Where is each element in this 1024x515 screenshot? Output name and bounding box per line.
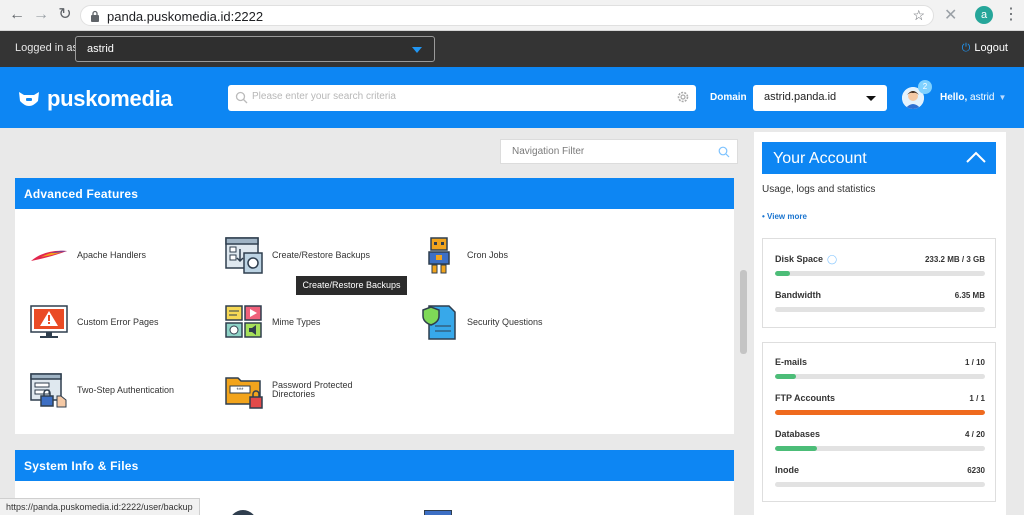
advanced-features-panel: Advanced Features Apache Handlers Create… (15, 178, 734, 434)
status-bar-url: https://panda.puskomedia.id:2222/user/ba… (0, 498, 200, 515)
back-icon[interactable]: ← (8, 6, 26, 24)
custom-error-pages-link[interactable]: Custom Error Pages (29, 302, 159, 342)
security-questions-label: Security Questions (467, 316, 543, 327)
files-icon-partial (424, 510, 452, 515)
create-restore-backups-label: Create/Restore Backups (272, 249, 371, 260)
search-icon (235, 91, 248, 104)
two-step-authentication-link[interactable]: Two-Step Authentication (29, 370, 174, 410)
apache-handlers-link[interactable]: Apache Handlers (29, 235, 146, 275)
password-protected-directories-link[interactable]: *** Password Protected Directories (224, 370, 362, 410)
search-placeholder: Please enter your search criteria (252, 91, 396, 102)
chevron-down-icon: ▼ (998, 93, 1007, 102)
domain-select[interactable]: astrid.panda.id (753, 85, 887, 111)
ftp-accounts-label: FTP Accounts (775, 393, 836, 403)
logout-link[interactable]: ⏻ Logout (962, 42, 1008, 55)
user-select[interactable]: astrid (75, 36, 435, 62)
search-icon (718, 146, 730, 158)
gear-icon[interactable] (676, 90, 690, 104)
extension-icon[interactable]: ✕ (944, 5, 957, 25)
bandwidth-value: 6.35 MB (954, 291, 985, 300)
navigation-filter-placeholder: Navigation Filter (512, 146, 585, 157)
two-step-authentication-label: Two-Step Authentication (77, 384, 175, 395)
power-icon: ⏻ (961, 42, 971, 54)
browser-menu-icon[interactable]: ⋮ (1003, 6, 1019, 24)
ftp-accounts-value: 1 / 1 (969, 394, 985, 403)
mime-types-label: Mime Types (272, 316, 321, 327)
system-icon-partial (229, 510, 257, 515)
emails-label: E-mails (775, 357, 808, 367)
databases-bar (775, 446, 985, 451)
refresh-icon[interactable]: ◯ (827, 254, 837, 264)
logo[interactable]: puskomedia (17, 86, 173, 112)
locked-folder-icon: *** (225, 377, 263, 409)
domain-select-value: astrid.panda.id (764, 91, 837, 103)
hello-user: astrid (970, 92, 995, 103)
profile-avatar[interactable]: a (975, 6, 993, 24)
usage-card: Disk Space ◯ 233.2 MB / 3 GB Bandwidth 6.… (762, 238, 996, 328)
media-types-icon (225, 305, 262, 338)
browser-toolbar: ← → ↻ panda.puskomedia.id:2222 ☆ ✕ a ⋮ (0, 0, 1024, 31)
admin-bar: Logged in as astrid ⏻ Logout (0, 31, 1024, 67)
security-questions-link[interactable]: Security Questions (419, 302, 543, 342)
emails-bar (775, 374, 985, 379)
error-page-icon (30, 305, 68, 338)
header: puskomedia Please enter your search crit… (0, 67, 1024, 128)
databases-value: 4 / 20 (964, 430, 985, 439)
backup-icon (225, 237, 263, 274)
logo-text: puskomedia (47, 86, 173, 111)
cron-jobs-label: Cron Jobs (467, 249, 509, 260)
disk-space-bar (775, 271, 985, 276)
caret-down-icon (412, 47, 422, 53)
cron-jobs-link[interactable]: Cron Jobs (419, 235, 508, 275)
chevron-up-icon[interactable] (965, 150, 987, 164)
custom-error-pages-label: Custom Error Pages (77, 316, 159, 327)
disk-space-value: 233.2 MB / 3 GB (924, 255, 985, 264)
mime-types-link[interactable]: Mime Types (224, 302, 320, 342)
domain-label: Domain (710, 92, 747, 103)
navigation-filter-input[interactable]: Navigation Filter (500, 139, 738, 164)
logo-mark-icon (19, 92, 39, 106)
inode-bar (775, 482, 985, 487)
notification-badge[interactable]: 2 (918, 80, 932, 94)
disk-space-label: Disk Space (775, 254, 824, 264)
your-account-title: Your Account (773, 150, 867, 167)
account-subtitle: Usage, logs and statistics (762, 184, 876, 195)
advanced-features-title[interactable]: Advanced Features (15, 178, 734, 209)
user-select-value: astrid (87, 43, 114, 55)
inode-value: 6230 (967, 466, 985, 475)
create-restore-backups-link[interactable]: Create/Restore Backups (224, 235, 370, 275)
bandwidth-bar (775, 307, 985, 312)
feather-icon (31, 250, 67, 261)
address-bar[interactable]: panda.puskomedia.id:2222 ☆ (80, 5, 934, 26)
scrollbar-thumb[interactable] (740, 270, 747, 354)
resources-card: E-mails 1 / 10 FTP Accounts 1 / 1 Databa… (762, 342, 996, 502)
search-input[interactable]: Please enter your search criteria (228, 85, 696, 111)
bandwidth-label: Bandwidth (775, 290, 821, 300)
bookmark-star-icon[interactable]: ☆ (912, 7, 925, 24)
apache-handlers-label: Apache Handlers (77, 249, 147, 260)
inode-label: Inode (775, 465, 799, 475)
caret-down-icon (866, 96, 876, 101)
logout-label: Logout (974, 42, 1008, 54)
logged-in-label: Logged in as (15, 42, 78, 54)
databases-label: Databases (775, 429, 821, 439)
lock-icon (91, 10, 99, 22)
emails-value: 1 / 10 (964, 358, 985, 367)
system-info-title[interactable]: System Info & Files (15, 450, 734, 481)
your-account-header[interactable]: Your Account (762, 142, 996, 174)
forward-icon[interactable]: → (32, 6, 50, 24)
tooltip: Create/Restore Backups (296, 276, 407, 295)
ftp-accounts-bar (775, 410, 985, 415)
robot-icon (428, 237, 450, 274)
password-protected-directories-label: Password Protected Directories (272, 380, 353, 399)
url-text: panda.puskomedia.id:2222 (107, 9, 264, 24)
svg-text:***: *** (236, 388, 244, 394)
view-more-link[interactable]: • View more (762, 212, 807, 221)
user-menu[interactable]: Hello, astrid ▼ (940, 92, 1006, 103)
shield-document-icon (422, 305, 456, 340)
reload-icon[interactable]: ↻ (56, 6, 74, 24)
two-step-auth-icon (30, 373, 67, 408)
hello-label: Hello, (940, 92, 968, 103)
